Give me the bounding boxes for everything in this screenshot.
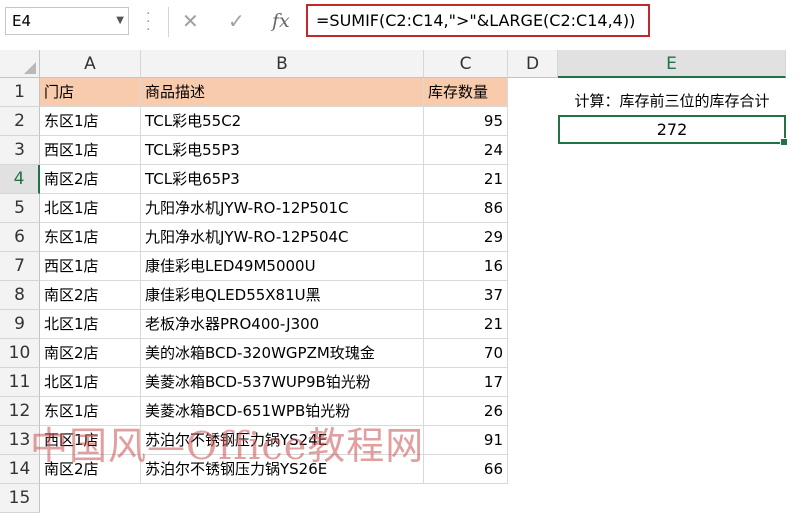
column-header-b[interactable]: B (141, 50, 424, 78)
table-cell[interactable]: 66 (424, 455, 508, 484)
table-cell[interactable]: 21 (424, 310, 508, 339)
table-cell[interactable]: 21 (424, 165, 508, 194)
row-header-15[interactable]: 15 (0, 484, 40, 513)
table-cell[interactable]: 美菱冰箱BCD-537WUP9B铂光粉 (141, 368, 424, 397)
table-cell[interactable]: 南区2店 (40, 165, 141, 194)
drag-handle-icon[interactable]: · · · (146, 7, 150, 37)
table-cell[interactable]: 北区1店 (40, 310, 141, 339)
table-cell[interactable]: 康佳彩电QLED55X81U黑 (141, 281, 424, 310)
row-header-5[interactable]: 5 (0, 194, 40, 223)
table-cell[interactable]: TCL彩电55P3 (141, 136, 424, 165)
row-header-8[interactable]: 8 (0, 281, 40, 310)
table-cell[interactable]: 95 (424, 107, 508, 136)
name-box[interactable]: E4 ▼ (5, 7, 129, 35)
select-all-button[interactable] (0, 50, 40, 78)
table-cell[interactable]: 老板净水器PRO400-J300 (141, 310, 424, 339)
table-cell[interactable]: 西区1店 (40, 136, 141, 165)
table-cell[interactable]: 91 (424, 426, 508, 455)
table-cell[interactable]: 26 (424, 397, 508, 426)
divider (168, 7, 169, 37)
cancel-icon[interactable]: ✕ (182, 9, 199, 33)
table-cell[interactable]: 24 (424, 136, 508, 165)
row-header-6[interactable]: 6 (0, 223, 40, 252)
table-cell[interactable]: 美菱冰箱BCD-651WPB铂光粉 (141, 397, 424, 426)
table-cell[interactable]: 九阳净水机JYW-RO-12P504C (141, 223, 424, 252)
row-header-12[interactable]: 12 (0, 397, 40, 426)
formula-input[interactable]: =SUMIF(C2:C14,">"&LARGE(C2:C14,4)) (306, 4, 650, 37)
table-cell[interactable]: 九阳净水机JYW-RO-12P501C (141, 194, 424, 223)
table-cell[interactable]: 17 (424, 368, 508, 397)
row-header-3[interactable]: 3 (0, 136, 40, 165)
table-cell[interactable]: 86 (424, 194, 508, 223)
result-cell[interactable]: 272 (558, 115, 788, 146)
column-header-c[interactable]: C (424, 50, 508, 78)
table-cell[interactable]: TCL彩电65P3 (141, 165, 424, 194)
table-cell[interactable]: 南区2店 (40, 339, 141, 368)
table-cell[interactable]: 70 (424, 339, 508, 368)
table-cell[interactable]: 东区1店 (40, 107, 141, 136)
table-header-cell[interactable]: 门店 (40, 78, 141, 107)
row-header-2[interactable]: 2 (0, 107, 40, 136)
insert-function-icon[interactable]: fx (272, 9, 290, 33)
table-cell[interactable]: 29 (424, 223, 508, 252)
chevron-down-icon[interactable]: ▼ (116, 8, 124, 34)
table-cell[interactable]: TCL彩电55C2 (141, 107, 424, 136)
row-header-9[interactable]: 9 (0, 310, 40, 339)
table-cell[interactable]: 37 (424, 281, 508, 310)
row-header-1[interactable]: 1 (0, 78, 40, 107)
formula-bar: E4 ▼ · · · ✕ ✓ fx =SUMIF(C2:C14,">"&LARGE(… (0, 0, 799, 46)
row-header-4[interactable]: 4 (0, 165, 40, 194)
table-cell[interactable]: 美的冰箱BCD-320WGPZM玫瑰金 (141, 339, 424, 368)
table-header-cell[interactable]: 商品描述 (141, 78, 424, 107)
table-cell[interactable]: 康佳彩电LED49M5000U (141, 252, 424, 281)
column-header-e[interactable]: E (558, 50, 786, 78)
row-header-11[interactable]: 11 (0, 368, 40, 397)
watermark: 中国风—Office教程网 (30, 424, 425, 468)
table-cell[interactable]: 东区1店 (40, 397, 141, 426)
row-header-7[interactable]: 7 (0, 252, 40, 281)
table-cell[interactable]: 16 (424, 252, 508, 281)
column-header-a[interactable]: A (40, 50, 141, 78)
table-cell[interactable]: 东区1店 (40, 223, 141, 252)
table-header-cell[interactable]: 库存数量 (424, 78, 508, 107)
name-box-value: E4 (12, 12, 32, 30)
confirm-icon[interactable]: ✓ (228, 9, 245, 33)
table-cell[interactable]: 南区2店 (40, 281, 141, 310)
table-cell[interactable]: 北区1店 (40, 194, 141, 223)
row-header-10[interactable]: 10 (0, 339, 40, 368)
calc-label: 计算：库存前三位的库存合计 (574, 92, 770, 110)
table-cell[interactable]: 北区1店 (40, 368, 141, 397)
table-cell[interactable]: 西区1店 (40, 252, 141, 281)
column-header-d[interactable]: D (508, 50, 558, 78)
